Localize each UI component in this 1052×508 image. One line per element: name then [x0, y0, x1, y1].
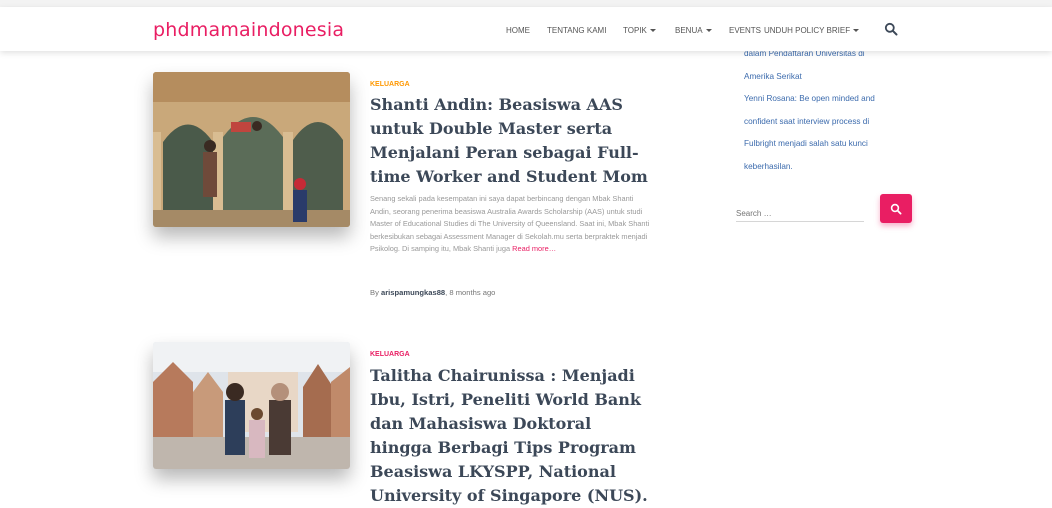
sidebar-link[interactable]: Amerika Serikat: [744, 66, 914, 89]
chevron-down-icon: [649, 29, 656, 33]
sidebar-link[interactable]: Fulbright menjadi salah satu kunci: [744, 133, 914, 156]
byline-prefix: By: [370, 288, 379, 297]
nav-item-label: TOPIK: [623, 26, 647, 35]
read-more-link[interactable]: Read more…: [512, 244, 556, 253]
nav-item-label: BENUA: [675, 26, 703, 35]
post-byline: By arispamungkas88, 8 months ago: [370, 288, 495, 297]
post-time: , 8 months ago: [445, 288, 496, 297]
sidebar-search-input[interactable]: [736, 205, 864, 222]
chevron-down-icon: [853, 29, 860, 33]
nav-item-events[interactable]: EVENTS: [729, 26, 761, 35]
chevron-down-icon: [705, 29, 712, 33]
post-title[interactable]: Shanti Andin: Beasiswa AAS untuk Double …: [370, 93, 660, 189]
excerpt-text: Senang sekali pada kesempatan ini saya d…: [370, 194, 650, 254]
site-logo[interactable]: phdmamaindonesia: [153, 19, 344, 41]
top-strip: [0, 0, 1052, 7]
nav-item-tentang-kami[interactable]: TENTANG KAMI: [547, 26, 606, 35]
sidebar-link[interactable]: keberhasilan.: [744, 156, 914, 179]
nav-item-home[interactable]: HOME: [506, 26, 530, 35]
post-category[interactable]: KELUARGA: [370, 81, 410, 88]
post-image-family-arches: [153, 72, 350, 227]
post-thumbnail[interactable]: [153, 72, 350, 227]
sidebar-search-button[interactable]: [880, 194, 912, 223]
sidebar-recent-posts: dalam Pendaftaran Universitas di Amerika…: [744, 43, 914, 178]
search-icon: [890, 203, 902, 215]
post-title[interactable]: Talitha Chairunissa : Menjadi Ibu, Istri…: [370, 364, 650, 508]
nav-item-topik[interactable]: TOPIK: [623, 26, 656, 35]
category-label: KELUARGA: [370, 351, 410, 358]
category-label: KELUARGA: [370, 81, 410, 88]
nav-item-label: EVENTS: [729, 26, 762, 35]
search-icon[interactable]: [884, 22, 898, 36]
nav-item-unduh-policy-brief[interactable]: UNDUH POLICY BRIEF: [764, 26, 860, 35]
sidebar-link[interactable]: confident saat interview process di: [744, 111, 914, 134]
sidebar-link[interactable]: Yenni Rosana: Be open minded and: [744, 88, 914, 111]
post-category[interactable]: KELUARGA: [370, 351, 410, 358]
post-image-family-city: [153, 342, 350, 469]
nav-item-label: UNDUH POLICY BRIEF: [764, 26, 851, 35]
nav-item-benua[interactable]: BENUA: [675, 26, 712, 35]
author-link[interactable]: arispamungkas88: [381, 288, 445, 297]
post-excerpt: Senang sekali pada kesempatan ini saya d…: [370, 193, 654, 256]
post-thumbnail[interactable]: [153, 342, 350, 469]
nav-item-label: HOME: [506, 26, 530, 35]
navbar: phdmamaindonesia HOME TENTANG KAMI TOPIK…: [0, 7, 1052, 51]
nav-item-label: TENTANG KAMI: [547, 26, 607, 35]
